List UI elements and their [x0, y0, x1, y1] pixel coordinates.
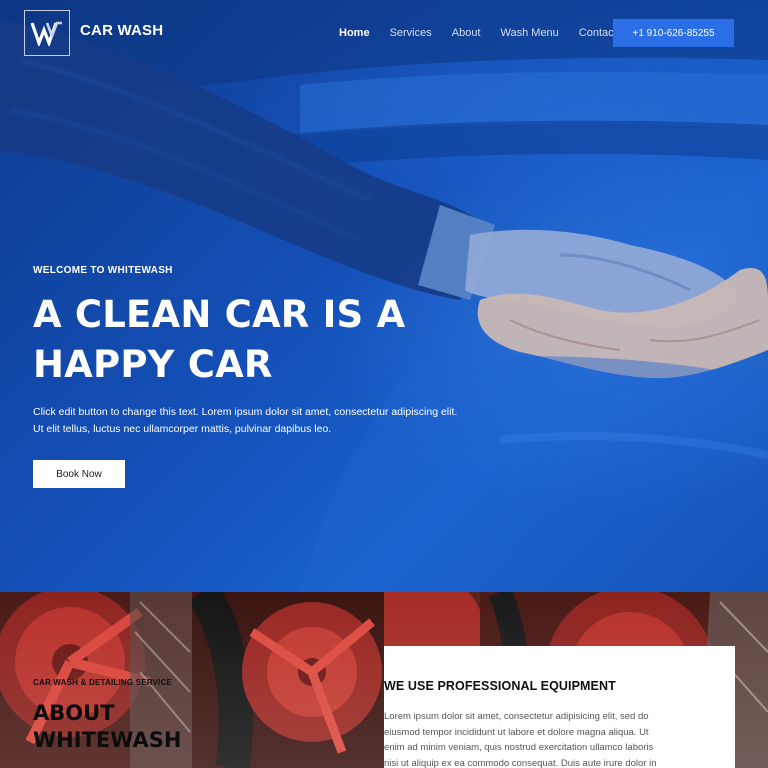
nav-home[interactable]: Home [339, 26, 370, 42]
w-monogram-icon [30, 21, 62, 46]
hero-section: CAR WASH Home Services About Wash Menu C… [0, 0, 768, 592]
headline-line-2: HAPPY CAR [33, 343, 273, 386]
headline-line-1: A CLEAN CAR IS A [33, 293, 406, 336]
about-eyebrow: CAR WASH & DETAILING SERVICE [33, 678, 173, 687]
book-now-button[interactable]: Book Now [33, 460, 125, 488]
equipment-card-title: WE USE PROFESSIONAL EQUIPMENT [384, 679, 616, 693]
nav-contact[interactable]: Contact [579, 26, 617, 42]
about-title: ABOUT WHITEWASH [33, 701, 182, 752]
brand-name: CAR WASH [80, 22, 164, 39]
wheel-image [192, 592, 384, 768]
hero-headline: A CLEAN CAR IS A HAPPY CAR [33, 290, 463, 390]
hero-eyebrow: WELCOME TO WHITEWASH [33, 265, 173, 276]
about-section: CAR WASH & DETAILING SERVICE ABOUT WHITE… [0, 592, 768, 768]
hero-description: Click edit button to change this text. L… [33, 406, 458, 435]
equipment-card: WE USE PROFESSIONAL EQUIPMENT Lorem ipsu… [384, 646, 735, 768]
nav-about[interactable]: About [452, 26, 481, 42]
logo[interactable] [24, 10, 70, 56]
nav-wash-menu[interactable]: Wash Menu [501, 26, 559, 42]
nav-services[interactable]: Services [390, 26, 432, 42]
equipment-card-text: Lorem ipsum dolor sit amet, consectetur … [384, 711, 657, 768]
phone-button[interactable]: +1 910-626-85255 [613, 19, 734, 47]
main-nav: Home Services About Wash Menu Contact [339, 26, 637, 42]
